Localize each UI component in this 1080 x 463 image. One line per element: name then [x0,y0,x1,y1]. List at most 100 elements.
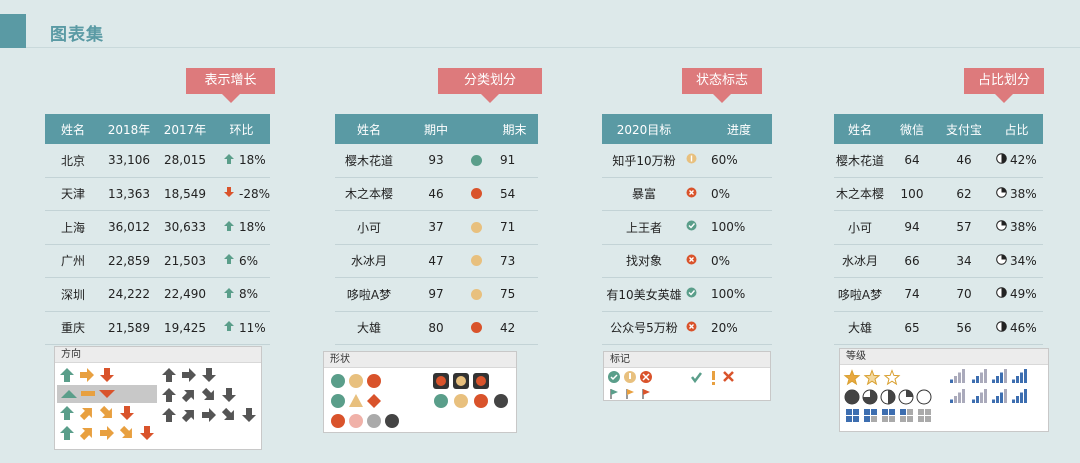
col-header: 姓名 [847,122,872,137]
value-2018-cell: 13,363 [108,186,150,201]
wechat-cell: 64 [904,153,920,168]
alipay-cell: 46 [956,153,972,168]
direction-icon-panel: 方向 [54,346,262,450]
table-header: 2020目标 进度 [602,114,772,144]
city-cell: 广州 [60,254,85,269]
ratio-text: 34% [1010,253,1037,268]
progress-text: 60% [711,153,738,168]
circle-indicator-icon [471,154,482,166]
table-row: 大雄 80 42 [335,312,538,345]
trend-cell: 18% [213,153,270,168]
city-cell: 上海 [60,220,85,235]
name-cell: 小可 [356,220,381,235]
value-2017-cell: 18,549 [164,186,206,201]
goal-cell: 有10美女英雄 [606,287,682,302]
ratio-text: 38% [1010,186,1037,201]
category-table: 姓名 期中 期末 樱木花道 93 91 木之本樱 46 54 小可 37 71 水冰月 47 73 哆啦… [335,114,538,345]
table-row: 小可 37 71 [335,211,538,245]
goal-cell: 找对象 [625,254,662,269]
table-row: 哆啦A梦 74 70 49% [834,278,1043,312]
table-row: 暴富 0% [602,178,772,211]
name-cell: 水冰月 [841,254,878,269]
name-cell: 小可 [847,220,872,235]
value-2018-cell: 21,589 [108,320,150,335]
midterm-cell: 93 [428,153,444,168]
circle-indicator-icon [471,221,482,233]
wechat-cell: 94 [904,220,920,235]
wechat-cell: 66 [904,253,920,268]
value-2018-cell: 33,106 [108,153,150,168]
growth-table: 姓名 2018年 2017年 环比 北京 33,106 28,015 18% 天津 13,… [45,114,270,345]
x-circle-icon [686,254,697,268]
col-header: 占比 [1004,122,1029,137]
trend-cell: 18% [213,220,270,235]
goal-cell: 知乎10万粉 [612,153,676,168]
final-cell: 75 [469,287,538,301]
shape-icon-sets [331,373,508,428]
midterm-cell: 80 [428,320,444,335]
arrow-down-icon [223,186,235,201]
wechat-cell: 74 [904,287,920,302]
trend-cell: 6% [213,253,270,268]
final-score: 75 [500,287,516,302]
alipay-cell: 56 [956,320,972,335]
value-2017-cell: 28,015 [164,153,206,168]
table-row: 水冰月 66 34 34% [834,245,1043,278]
col-header: 2018年 [107,122,151,137]
circle-indicator-icon [471,288,482,300]
final-score: 54 [500,186,516,201]
goal-cell: 暴富 [631,187,656,202]
name-cell: 木之本樱 [344,187,393,202]
name-cell: 木之本樱 [835,187,884,202]
col-header: 微信 [899,122,924,137]
percent-text: -28% [239,186,271,201]
city-cell: 重庆 [60,321,85,336]
table-row: 北京 33,106 28,015 18% [45,144,270,178]
marker-icon-sets [608,371,734,399]
col-header: 2020目标 [616,122,672,137]
ratio-text: 38% [1010,220,1037,235]
table-row: 天津 13,363 18,549 -28% [45,178,271,211]
progress-cell: 0% [686,254,772,268]
x-circle-icon [686,187,697,201]
exclamation-circle-icon [686,153,697,167]
trend-cell: 11% [213,320,270,335]
name-cell: 大雄 [847,321,872,336]
quarter-pie-icon [996,253,1007,268]
arrow-up-icon [223,153,235,168]
table-header: 姓名 期中 期末 [335,114,538,144]
ratio-text: 49% [1010,287,1037,302]
table-row: 樱木花道 93 91 [335,144,538,178]
table-row: 广州 22,859 21,503 6% [45,245,270,278]
name-cell: 樱木花道 [344,153,393,168]
final-cell: 71 [469,220,538,234]
wechat-cell: 65 [904,320,920,335]
alipay-cell: 62 [956,186,972,201]
table-row: 樱木花道 64 46 42% [834,144,1043,178]
ratio-cell: 46% [990,321,1043,335]
final-cell: 54 [469,187,538,201]
panel-title: 标记 [604,352,770,368]
alipay-cell: 57 [956,220,972,235]
check-circle-icon [686,220,697,234]
quarter-pie-icon [996,186,1007,201]
header-divider [26,47,1080,48]
goal-cell: 上王者 [625,220,662,235]
value-2018-cell: 24,222 [108,287,150,302]
progress-text: 20% [711,320,738,335]
col-header: 姓名 [60,122,85,137]
final-score: 42 [500,320,516,335]
name-cell: 大雄 [356,321,381,336]
value-2018-cell: 22,859 [108,253,150,268]
name-cell: 水冰月 [350,254,387,269]
table-header: 姓名 微信 支付宝 占比 [834,114,1043,144]
col-header: 期中 [423,122,448,137]
value-2017-cell: 19,425 [164,320,206,335]
table-row: 哆啦A梦 97 75 [335,278,538,312]
final-score: 73 [500,253,516,268]
table-row: 深圳 24,222 22,490 8% [45,278,270,312]
percent-text: 18% [239,153,266,168]
callout-status: 状态标志 [682,68,762,103]
quarter-pie-icon [996,153,1007,167]
progress-cell: 100% [686,220,772,234]
